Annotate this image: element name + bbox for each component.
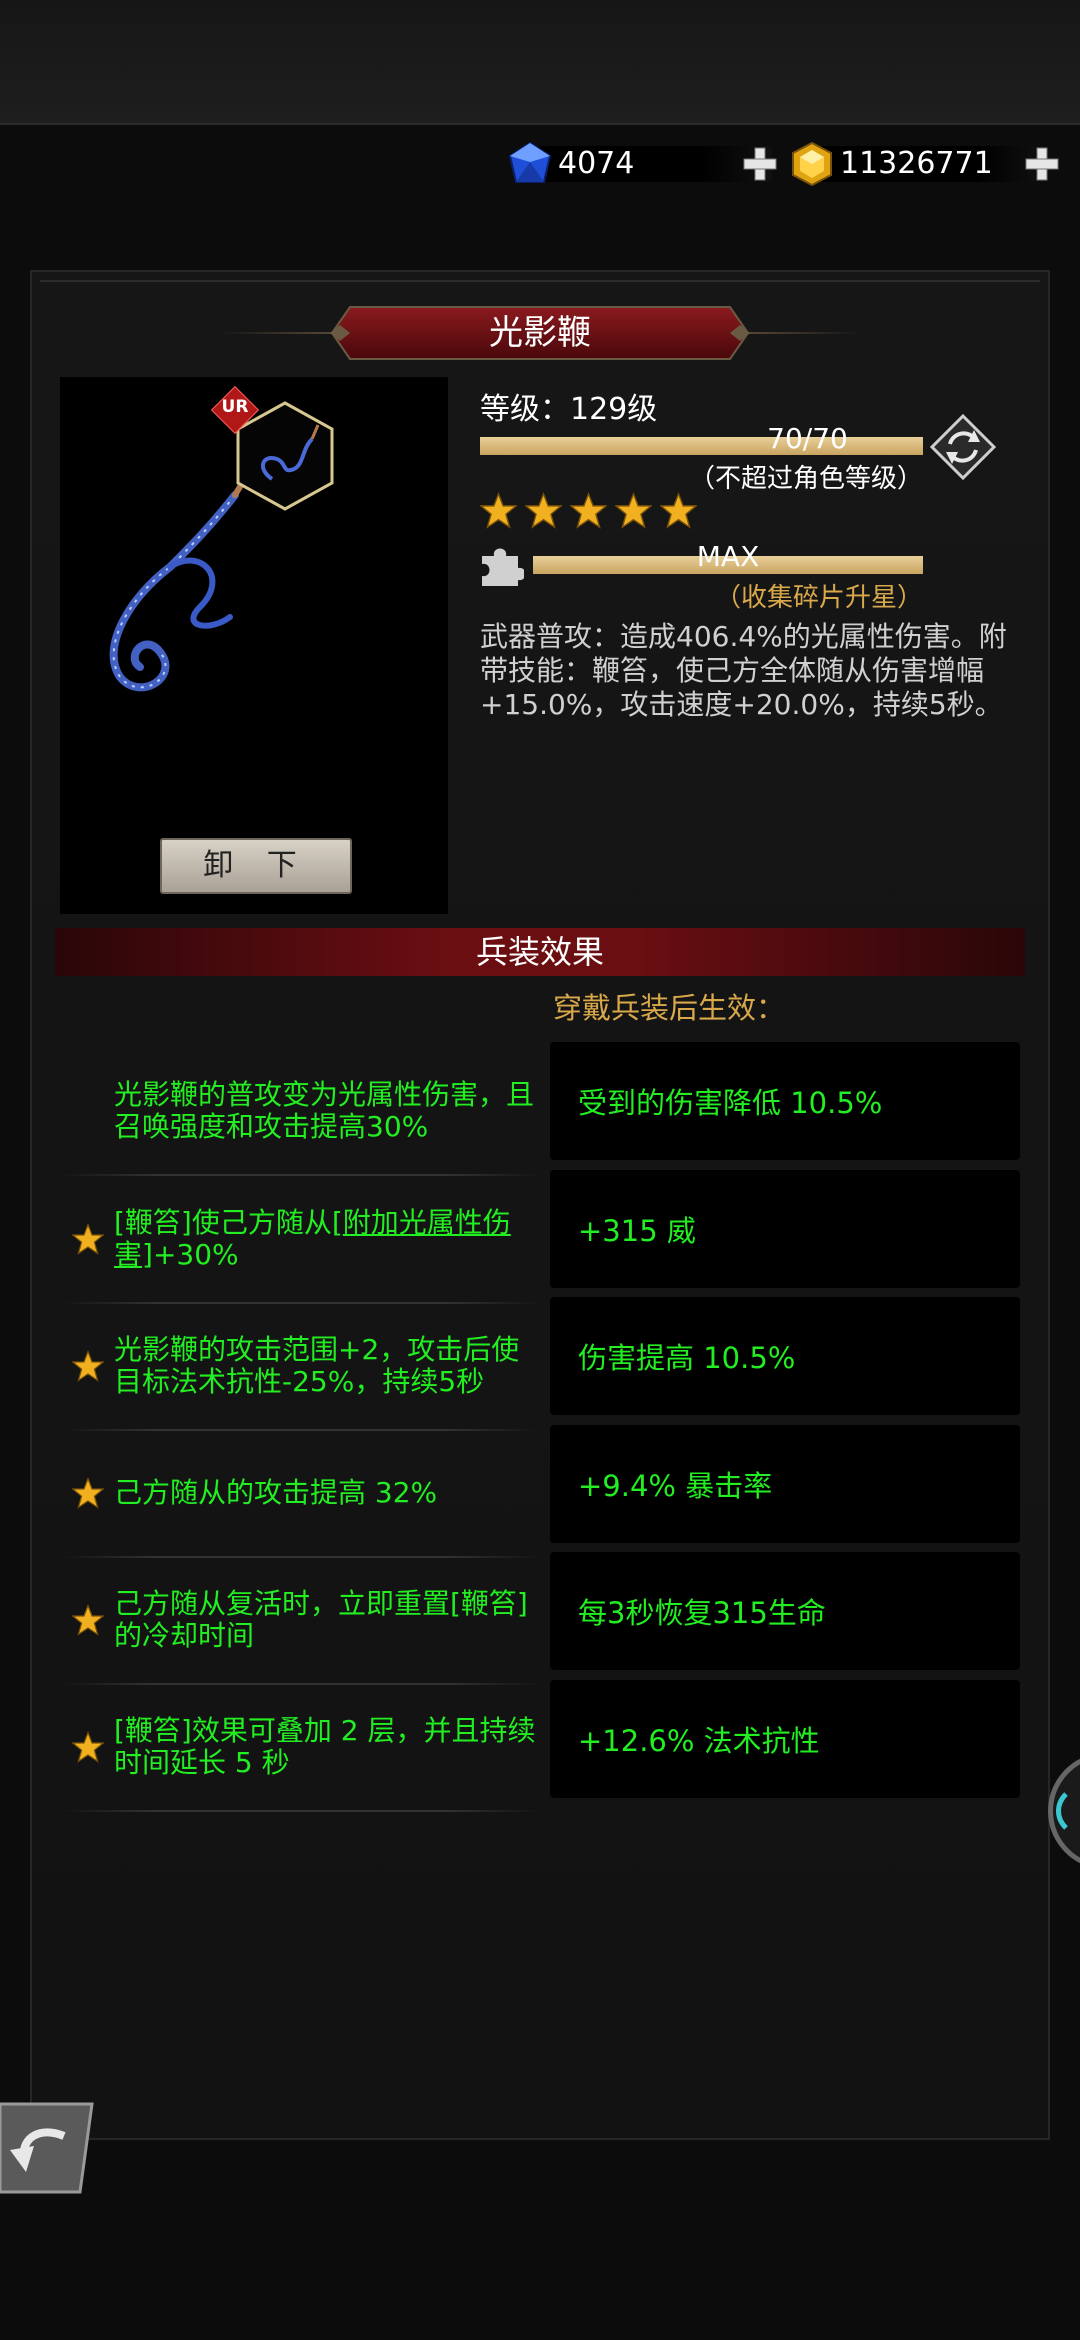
- star-note: （收集碎片升星）: [714, 583, 923, 613]
- stat-bonus-box: 伤害提高 10.5%: [550, 1297, 1020, 1415]
- effect-star-slot: [62, 1731, 114, 1763]
- panel-divider: [40, 280, 1040, 282]
- rarity-badge: UR: [221, 397, 249, 417]
- star-icon: [525, 492, 562, 529]
- effect-text: 己方随从复活时，立即重置[鞭笞]的冷却时间: [114, 1587, 528, 1652]
- effect-row: 光影鞭的攻击范围+2，攻击后使目标法术抗性-25%，持续5秒: [62, 1303, 540, 1429]
- star-rating: [480, 492, 697, 529]
- effect-text: 己方随从的攻击提高 32%: [114, 1476, 438, 1509]
- star-icon: [615, 492, 652, 529]
- star-icon: [660, 492, 697, 529]
- effect-star-icon: [72, 1350, 104, 1382]
- effect-star-icon: [72, 1604, 104, 1636]
- level-note: （不超过角色等级）: [688, 464, 923, 494]
- blue-gem-icon: [508, 141, 552, 183]
- star-icon: [480, 492, 517, 529]
- weapon-preview: UR: [60, 377, 448, 914]
- refresh-icon[interactable]: [930, 414, 996, 480]
- effect-star-icon: [72, 1731, 104, 1763]
- effect-text: [鞭笞]使己方随从[附加光属性伤害]+30%: [114, 1207, 540, 1271]
- effect-star-slot: [62, 1350, 114, 1382]
- stat-bonus-box: 每3秒恢复315生命: [550, 1552, 1020, 1670]
- unequip-button[interactable]: 卸 下: [160, 838, 352, 894]
- effect-row: [鞭笞]使己方随从[附加光属性伤害]+30%: [62, 1176, 540, 1302]
- back-button[interactable]: [0, 2098, 96, 2198]
- effect-row: [鞭笞]效果可叠加 2 层，并且持续时间延长 5 秒: [62, 1684, 540, 1810]
- stat-bonus-box: 受到的伤害降低 10.5%: [550, 1042, 1020, 1160]
- weapon-description: 武器普攻：造成406.4%的光属性伤害。附带技能：鞭笞，使己方全体随从伤害增幅+…: [480, 620, 1007, 721]
- stat-bonus-text: 每3秒恢复315生命: [578, 1596, 826, 1630]
- effect-row-divider: [62, 1810, 540, 1812]
- effect-text: [鞭笞]效果可叠加 2 层，并且持续时间延长 5 秒: [114, 1714, 536, 1779]
- gold-gem-icon: [792, 141, 832, 187]
- effect-text: 光影鞭的普攻变为光属性伤害，且召唤强度和攻击提高30%: [114, 1078, 535, 1143]
- effect-row: 光影鞭的普攻变为光属性伤害，且召唤强度和攻击提高30%: [62, 1048, 540, 1174]
- gold-value: 11326771: [840, 146, 993, 181]
- title-line-left: [220, 332, 340, 334]
- effect-text-before: [鞭笞]使己方随从[: [114, 1206, 343, 1239]
- stat-bonus-text: +315 威: [578, 1213, 696, 1248]
- gem-value: 4074: [558, 146, 635, 181]
- stat-bonus-box: +9.4% 暴击率: [550, 1424, 1020, 1543]
- star-icon: [570, 492, 607, 529]
- effect-row: 己方随从的攻击提高 32%: [62, 1430, 540, 1556]
- stat-bonus-text: +12.6% 法术抗性: [578, 1723, 820, 1758]
- effect-text: 光影鞭的攻击范围+2，攻击后使目标法术抗性-25%，持续5秒: [114, 1333, 520, 1398]
- add-gems-button[interactable]: [740, 144, 780, 184]
- effect-star-icon: [72, 1477, 104, 1509]
- effect-star-icon: [72, 1223, 104, 1255]
- gold-currency: 11326771: [788, 140, 1060, 188]
- effect-text-after: ]+30%: [142, 1238, 239, 1271]
- effect-star-slot: [62, 1223, 114, 1255]
- effect-star-slot: [62, 1604, 114, 1636]
- stat-bonus-text: +9.4% 暴击率: [578, 1468, 773, 1503]
- stat-bonus-box: +12.6% 法术抗性: [550, 1679, 1020, 1798]
- effect-row: 己方随从复活时，立即重置[鞭笞]的冷却时间: [62, 1557, 540, 1683]
- effect-star-slot: [62, 1477, 114, 1509]
- after-equip-label: 穿戴兵装后生效：: [553, 991, 786, 1025]
- add-gold-button[interactable]: [1022, 144, 1062, 184]
- stat-bonus-text: 伤害提高 10.5%: [578, 1341, 796, 1375]
- effects-title: 兵装效果: [475, 933, 604, 971]
- stat-bonus-box: +315 威: [550, 1169, 1020, 1288]
- title-line-right: [740, 332, 860, 334]
- top-bar: [0, 0, 1080, 125]
- side-menu-tab[interactable]: [1036, 1752, 1080, 1870]
- weapon-name: 光影鞭: [489, 313, 591, 353]
- star-progress: MAX: [696, 540, 760, 573]
- gem-currency: 4074: [506, 140, 782, 188]
- stat-bonus-text: 受到的伤害降低 10.5%: [578, 1086, 883, 1120]
- puzzle-piece-icon: [482, 548, 524, 586]
